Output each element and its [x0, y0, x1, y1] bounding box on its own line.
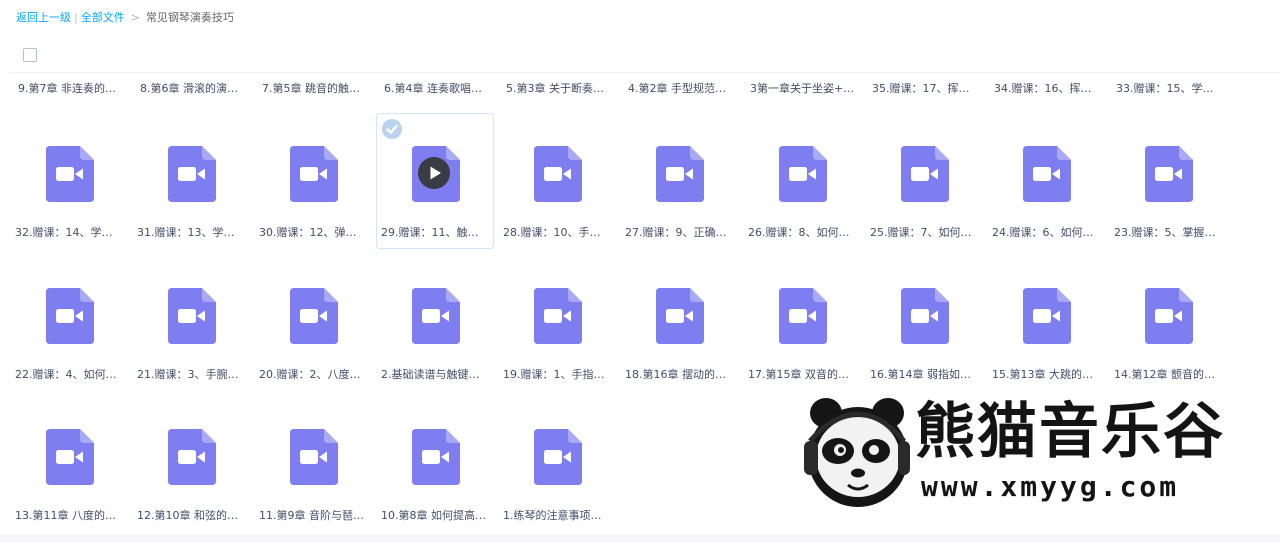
file-name[interactable]: 12.第10章 和弦的…: [137, 509, 247, 523]
file-name[interactable]: 3第一章关于坐姿+…: [750, 82, 858, 96]
watermark-url: www.xmyyg.com: [921, 470, 1180, 503]
video-file-icon: [168, 429, 216, 485]
video-file-icon: [412, 288, 460, 344]
video-file-icon: [46, 146, 94, 202]
video-file-icon: [290, 288, 338, 344]
video-file-icon: [290, 146, 338, 202]
file-item[interactable]: 10.第8章 如何提高…: [376, 396, 494, 532]
file-name[interactable]: 9.第7章 非连奏的…: [18, 82, 126, 96]
video-file-icon: [656, 288, 704, 344]
file-name[interactable]: 6.第4章 连奏歌唱…: [384, 82, 492, 96]
file-name[interactable]: 13.第11章 八度的…: [15, 509, 125, 523]
file-name[interactable]: 20.赠课：2、八度…: [259, 368, 369, 382]
file-item[interactable]: 21.赠课：3、手腕…: [132, 255, 250, 391]
file-name[interactable]: 31.赠课：13、学…: [137, 226, 247, 240]
file-item[interactable]: 16.第14章 弱指如…: [865, 255, 983, 391]
file-item[interactable]: 28.赠课：10、手…: [498, 113, 616, 249]
file-name[interactable]: 14.第12章 颤音的…: [1114, 368, 1224, 382]
video-file-icon: [901, 146, 949, 202]
video-file-icon: [779, 146, 827, 202]
breadcrumb-chevron: >: [130, 11, 140, 24]
video-file-icon: [1023, 146, 1071, 202]
file-item[interactable]: 11.第9章 音阶与琶…: [254, 396, 372, 532]
file-item[interactable]: 15.第13章 大跳的…: [987, 255, 1105, 391]
file-item[interactable]: 14.第12章 颤音的…: [1109, 255, 1227, 391]
video-file-icon: [412, 429, 460, 485]
panda-logo: [804, 398, 910, 507]
file-name[interactable]: 7.第5章 跳音的触…: [262, 82, 370, 96]
file-item[interactable]: 19.赠课：1、手指…: [498, 255, 616, 391]
play-icon[interactable]: [418, 157, 450, 189]
file-item[interactable]: 18.第16章 摆动的…: [620, 255, 738, 391]
current-folder: 常见钢琴演奏技巧: [145, 11, 234, 24]
file-name[interactable]: 26.赠课：8、如何…: [748, 226, 858, 240]
file-item[interactable]: 17.第15章 双音的…: [743, 255, 861, 391]
file-name[interactable]: 15.第13章 大跳的…: [992, 368, 1102, 382]
file-item[interactable]: 29.赠课：11、触…: [376, 113, 494, 249]
file-item[interactable]: 24.赠课：6、如何…: [987, 113, 1105, 249]
file-name[interactable]: 10.第8章 如何提高…: [381, 509, 491, 523]
file-name[interactable]: 18.第16章 摆动的…: [625, 368, 735, 382]
back-link[interactable]: 返回上一级: [16, 11, 71, 24]
video-file-icon: [290, 429, 338, 485]
file-name[interactable]: 29.赠课：11、触…: [381, 226, 491, 240]
file-name[interactable]: 35.赠课：17、挥…: [872, 82, 980, 96]
file-name[interactable]: 5.第3章 关于断奏…: [506, 82, 614, 96]
file-item[interactable]: 27.赠课：9、正确…: [620, 113, 738, 249]
file-item[interactable]: 1.练琴的注意事项…: [498, 396, 616, 532]
file-item[interactable]: 22.赠课：4、如何…: [10, 255, 128, 391]
file-name[interactable]: 24.赠课：6、如何…: [992, 226, 1102, 240]
file-item[interactable]: 31.赠课：13、学…: [132, 113, 250, 249]
file-name[interactable]: 1.练琴的注意事项…: [503, 509, 613, 523]
video-file-icon: [168, 146, 216, 202]
file-name[interactable]: 27.赠课：9、正确…: [625, 226, 735, 240]
file-item[interactable]: 13.第11章 八度的…: [10, 396, 128, 532]
bottom-scroll-bar[interactable]: [0, 534, 1280, 542]
watermark: 熊猫音乐谷 www.xmyyg.com: [800, 393, 1260, 513]
file-item[interactable]: 26.赠课：8、如何…: [743, 113, 861, 249]
all-files-link[interactable]: 全部文件: [81, 11, 125, 24]
file-name[interactable]: 28.赠课：10、手…: [503, 226, 613, 240]
video-file-icon: [534, 146, 582, 202]
file-item[interactable]: 12.第10章 和弦的…: [132, 396, 250, 532]
file-name[interactable]: 30.赠课：12、弹…: [259, 226, 369, 240]
video-file-icon: [901, 288, 949, 344]
breadcrumb-separator: |: [74, 11, 78, 24]
check-icon[interactable]: [382, 119, 402, 139]
file-name[interactable]: 16.第14章 弱指如…: [870, 368, 980, 382]
file-item[interactable]: 2.基础读谱与触键…: [376, 255, 494, 391]
video-file-icon: [1023, 288, 1071, 344]
file-item[interactable]: 25.赠课：7、如何…: [865, 113, 983, 249]
file-name[interactable]: 2.基础读谱与触键…: [381, 368, 491, 382]
video-file-icon: [46, 288, 94, 344]
file-item[interactable]: 32.赠课：14、学…: [10, 113, 128, 249]
file-name[interactable]: 17.第15章 双音的…: [748, 368, 858, 382]
video-file-icon: [1145, 146, 1193, 202]
watermark-title: 熊猫音乐谷: [915, 397, 1225, 467]
video-file-icon: [1145, 288, 1193, 344]
video-file-icon: [168, 288, 216, 344]
file-name[interactable]: 22.赠课：4、如何…: [15, 368, 125, 382]
file-name[interactable]: 32.赠课：14、学…: [15, 226, 125, 240]
file-item[interactable]: 30.赠课：12、弹…: [254, 113, 372, 249]
video-file-icon: [534, 288, 582, 344]
file-name[interactable]: 8.第6章 滑滚的演…: [140, 82, 248, 96]
file-name[interactable]: 4.第2章 手型规范…: [628, 82, 736, 96]
file-name[interactable]: 34.赠课：16、挥…: [994, 82, 1102, 96]
file-item[interactable]: 23.赠课：5、掌握…: [1109, 113, 1227, 249]
file-name[interactable]: 25.赠课：7、如何…: [870, 226, 980, 240]
file-name[interactable]: 21.赠课：3、手腕…: [137, 368, 247, 382]
video-file-icon: [534, 429, 582, 485]
file-name[interactable]: 23.赠课：5、掌握…: [1114, 226, 1224, 240]
video-file-icon: [779, 288, 827, 344]
breadcrumb: 返回上一级 | 全部文件 > 常见钢琴演奏技巧: [16, 10, 234, 26]
video-file-icon: [656, 146, 704, 202]
list-divider: [10, 72, 1280, 73]
video-file-icon: [46, 429, 94, 485]
file-name[interactable]: 33.赠课：15、学…: [1116, 82, 1224, 96]
select-all-checkbox[interactable]: [23, 48, 37, 62]
file-name[interactable]: 19.赠课：1、手指…: [503, 368, 613, 382]
file-name[interactable]: 11.第9章 音阶与琶…: [259, 509, 369, 523]
file-item[interactable]: 20.赠课：2、八度…: [254, 255, 372, 391]
